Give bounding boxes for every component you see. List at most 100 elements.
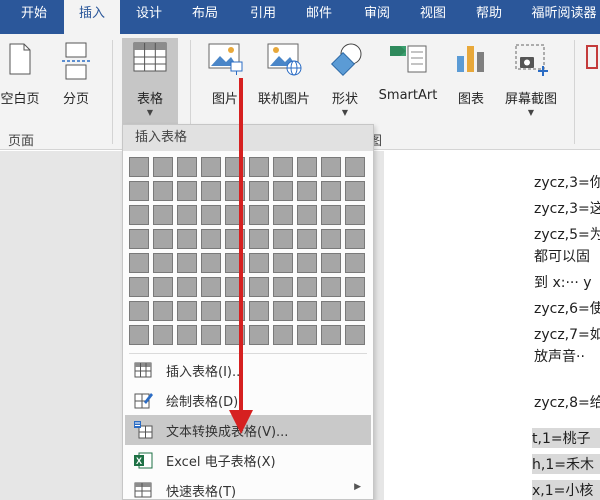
table-grid-cell[interactable]: [153, 253, 173, 273]
table-grid-cell[interactable]: [249, 205, 269, 225]
table-grid-cell[interactable]: [129, 157, 149, 177]
table-grid-cell[interactable]: [225, 229, 245, 249]
table-grid-cell[interactable]: [249, 157, 269, 177]
table-grid-cell[interactable]: [177, 277, 197, 297]
menu-excel-spreadsheet[interactable]: X Excel 电子表格(X): [125, 445, 371, 475]
table-grid-cell[interactable]: [321, 181, 341, 201]
table-grid-cell[interactable]: [297, 157, 317, 177]
table-grid-cell[interactable]: [321, 253, 341, 273]
table-grid-cell[interactable]: [345, 253, 365, 273]
table-grid-cell[interactable]: [153, 157, 173, 177]
table-grid-cell[interactable]: [177, 253, 197, 273]
table-grid-cell[interactable]: [321, 325, 341, 345]
table-grid-cell[interactable]: [225, 325, 245, 345]
table-grid-cell[interactable]: [345, 229, 365, 249]
screenshot-button[interactable]: 屏幕截图 ▼: [498, 38, 564, 124]
table-grid-cell[interactable]: [129, 301, 149, 321]
table-grid-cell[interactable]: [129, 229, 149, 249]
table-grid-cell[interactable]: [297, 205, 317, 225]
table-grid-cell[interactable]: [129, 253, 149, 273]
table-grid-cell[interactable]: [225, 253, 245, 273]
table-grid-cell[interactable]: [129, 181, 149, 201]
table-grid-cell[interactable]: [177, 157, 197, 177]
table-grid-cell[interactable]: [129, 205, 149, 225]
blank-page-button[interactable]: 空白页: [0, 38, 46, 124]
tab-layout[interactable]: 布局: [178, 0, 232, 34]
table-grid-cell[interactable]: [249, 253, 269, 273]
table-grid-cell[interactable]: [177, 301, 197, 321]
table-grid-cell[interactable]: [345, 157, 365, 177]
table-grid-cell[interactable]: [177, 325, 197, 345]
menu-quick-tables[interactable]: 快速表格(T) ▶: [125, 475, 371, 500]
table-grid-cell[interactable]: [177, 181, 197, 201]
online-picture-button[interactable]: 联机图片: [252, 38, 316, 124]
tab-insert[interactable]: 插入: [64, 0, 120, 34]
menu-draw-table[interactable]: 绘制表格(D): [125, 385, 371, 415]
table-grid-cell[interactable]: [153, 277, 173, 297]
table-grid-cell[interactable]: [345, 277, 365, 297]
table-grid-cell[interactable]: [153, 181, 173, 201]
table-grid-cell[interactable]: [273, 205, 293, 225]
table-grid-cell[interactable]: [201, 301, 221, 321]
table-grid-cell[interactable]: [201, 205, 221, 225]
table-grid-cell[interactable]: [297, 301, 317, 321]
tab-references[interactable]: 引用: [236, 0, 290, 34]
smartart-button[interactable]: SmartArt: [372, 38, 444, 124]
table-grid-cell[interactable]: [225, 181, 245, 201]
table-grid-cell[interactable]: [153, 325, 173, 345]
table-grid-cell[interactable]: [249, 229, 269, 249]
table-grid-cell[interactable]: [249, 301, 269, 321]
partial-button[interactable]: [582, 38, 600, 124]
tab-mailings[interactable]: 邮件: [292, 0, 346, 34]
table-grid-cell[interactable]: [129, 325, 149, 345]
table-grid-cell[interactable]: [225, 301, 245, 321]
table-grid-cell[interactable]: [153, 229, 173, 249]
table-button[interactable]: 表格 ▼: [122, 38, 178, 124]
table-grid-cell[interactable]: [201, 181, 221, 201]
table-grid-cell[interactable]: [273, 157, 293, 177]
table-grid-cell[interactable]: [321, 157, 341, 177]
table-size-grid[interactable]: [129, 157, 369, 349]
table-grid-cell[interactable]: [249, 325, 269, 345]
table-grid-cell[interactable]: [201, 325, 221, 345]
table-grid-cell[interactable]: [273, 325, 293, 345]
table-grid-cell[interactable]: [153, 301, 173, 321]
table-grid-cell[interactable]: [321, 301, 341, 321]
page-break-button[interactable]: 分页: [50, 38, 102, 124]
table-grid-cell[interactable]: [129, 277, 149, 297]
table-grid-cell[interactable]: [225, 277, 245, 297]
menu-convert-text-to-table[interactable]: 文本转换成表格(V)...: [125, 415, 371, 445]
menu-insert-table[interactable]: 插入表格(I)...: [125, 355, 371, 385]
table-grid-cell[interactable]: [225, 205, 245, 225]
table-grid-cell[interactable]: [273, 181, 293, 201]
tab-foxit-reader[interactable]: 福昕阅读器: [522, 0, 600, 34]
table-grid-cell[interactable]: [201, 157, 221, 177]
table-grid-cell[interactable]: [201, 229, 221, 249]
table-grid-cell[interactable]: [249, 277, 269, 297]
picture-button[interactable]: 图片: [200, 38, 250, 124]
table-grid-cell[interactable]: [273, 277, 293, 297]
table-grid-cell[interactable]: [345, 325, 365, 345]
table-grid-cell[interactable]: [297, 229, 317, 249]
table-grid-cell[interactable]: [153, 205, 173, 225]
tab-design[interactable]: 设计: [122, 0, 176, 34]
table-grid-cell[interactable]: [297, 277, 317, 297]
table-grid-cell[interactable]: [201, 253, 221, 273]
table-grid-cell[interactable]: [273, 253, 293, 273]
table-grid-cell[interactable]: [297, 325, 317, 345]
table-grid-cell[interactable]: [273, 229, 293, 249]
table-grid-cell[interactable]: [321, 229, 341, 249]
table-grid-cell[interactable]: [273, 301, 293, 321]
tab-review[interactable]: 审阅: [350, 0, 404, 34]
tab-view[interactable]: 视图: [406, 0, 460, 34]
tab-help[interactable]: 帮助: [462, 0, 516, 34]
table-grid-cell[interactable]: [177, 229, 197, 249]
table-grid-cell[interactable]: [345, 205, 365, 225]
table-grid-cell[interactable]: [297, 181, 317, 201]
table-grid-cell[interactable]: [321, 277, 341, 297]
table-grid-cell[interactable]: [321, 205, 341, 225]
shapes-button[interactable]: 形状 ▼: [322, 38, 368, 124]
table-grid-cell[interactable]: [201, 277, 221, 297]
table-grid-cell[interactable]: [225, 157, 245, 177]
tab-home[interactable]: 开始: [6, 0, 62, 34]
